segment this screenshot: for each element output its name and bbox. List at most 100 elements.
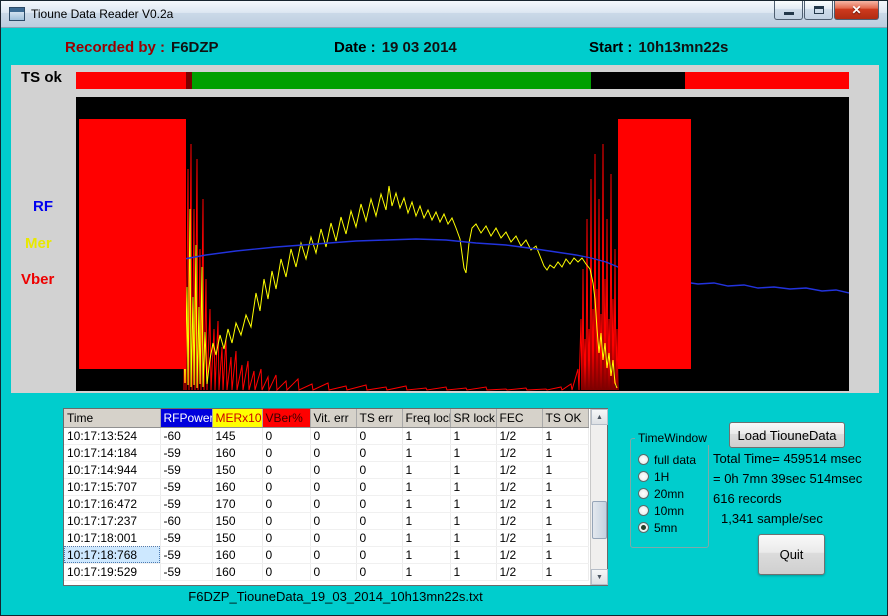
table-cell: 1/2 bbox=[496, 478, 542, 495]
table-cell: 160 bbox=[212, 444, 262, 461]
recorded-by-value: F6DZP bbox=[171, 39, 219, 56]
column-header[interactable]: TS OK bbox=[542, 409, 588, 427]
table-cell: -59 bbox=[160, 563, 212, 580]
scroll-down-icon: ▼ bbox=[596, 574, 603, 581]
rf-label: RF bbox=[33, 198, 53, 215]
start-label: Start : bbox=[589, 39, 632, 56]
close-button[interactable]: ✕ bbox=[834, 1, 879, 20]
signal-loss-block bbox=[618, 119, 691, 369]
radio-label: full data bbox=[654, 453, 696, 467]
table-cell: 150 bbox=[212, 529, 262, 546]
scroll-up-button[interactable]: ▲ bbox=[591, 409, 608, 425]
vber-trace bbox=[184, 139, 618, 390]
table-cell: 1 bbox=[402, 529, 450, 546]
table-cell: 160 bbox=[212, 563, 262, 580]
table-cell: 160 bbox=[212, 478, 262, 495]
load-button-label: Load TiouneData bbox=[737, 428, 836, 443]
column-header[interactable]: Vit. err bbox=[310, 409, 356, 427]
table-cell: 1 bbox=[402, 444, 450, 461]
table-row[interactable]: 10:17:18:001-59150000111/21 bbox=[64, 529, 588, 546]
scroll-down-button[interactable]: ▼ bbox=[591, 569, 608, 585]
table-cell: 1 bbox=[450, 444, 496, 461]
table-cell: 10:17:19:529 bbox=[64, 563, 160, 580]
maximize-button[interactable] bbox=[804, 1, 833, 20]
total-time-hms: = 0h 7mn 39sec 514msec bbox=[713, 469, 883, 489]
date-value: 19 03 2014 bbox=[382, 39, 457, 56]
table-cell: 1/2 bbox=[496, 563, 542, 580]
table-cell: 1/2 bbox=[496, 444, 542, 461]
table-row[interactable]: 10:17:13:524-60145000111/21 bbox=[64, 427, 588, 444]
table-cell: 1 bbox=[450, 529, 496, 546]
table-row[interactable]: 10:17:18:768-59160000111/21 bbox=[64, 546, 588, 563]
table-vertical-scrollbar[interactable]: ▲ ▼ bbox=[590, 409, 607, 585]
table-row[interactable]: 10:17:15:707-59160000111/21 bbox=[64, 478, 588, 495]
column-header[interactable]: SR lock bbox=[450, 409, 496, 427]
load-tioune-data-button[interactable]: Load TiouneData bbox=[729, 422, 845, 448]
table-cell: 150 bbox=[212, 461, 262, 478]
window-controls: ✕ bbox=[774, 1, 879, 20]
time-window-group: TimeWindow full data1H20mn10mn5mn bbox=[630, 438, 709, 548]
radio-label: 10mn bbox=[654, 504, 684, 518]
table-cell: 1 bbox=[402, 512, 450, 529]
table-cell: 1 bbox=[402, 546, 450, 563]
table-row[interactable]: 10:17:17:237-60150000111/21 bbox=[64, 512, 588, 529]
column-header[interactable]: Freq lock bbox=[402, 409, 450, 427]
table-cell: 10:17:13:524 bbox=[64, 427, 160, 444]
column-header[interactable]: Time bbox=[64, 409, 160, 427]
table-cell: 1 bbox=[542, 495, 588, 512]
table-cell: -59 bbox=[160, 478, 212, 495]
table-cell: 0 bbox=[262, 461, 310, 478]
ts-ok-label: TS ok bbox=[21, 69, 62, 86]
table-cell: 0 bbox=[310, 478, 356, 495]
column-header[interactable]: TS err bbox=[356, 409, 402, 427]
column-header[interactable]: VBer% bbox=[262, 409, 310, 427]
scrollbar-thumb[interactable] bbox=[592, 501, 607, 539]
table-cell: 0 bbox=[262, 546, 310, 563]
monitor-panel: TS ok RF Mer Vber bbox=[11, 65, 879, 393]
table-cell: 1/2 bbox=[496, 529, 542, 546]
quit-button[interactable]: Quit bbox=[758, 534, 825, 575]
ts-bar-segment bbox=[192, 72, 591, 89]
rf-trace bbox=[184, 239, 849, 293]
minimize-button[interactable] bbox=[774, 1, 803, 20]
table-cell: 10:17:18:001 bbox=[64, 529, 160, 546]
radio-option-full-data[interactable]: full data bbox=[638, 451, 706, 468]
table-cell: 0 bbox=[262, 444, 310, 461]
table-row[interactable]: 10:17:19:529-59160000111/21 bbox=[64, 563, 588, 580]
titlebar[interactable]: Tioune Data Reader V0.2a ✕ bbox=[1, 1, 887, 28]
table-cell: 10:17:18:768 bbox=[64, 546, 160, 563]
recorded-by-label: Recorded by : bbox=[65, 39, 165, 56]
table-cell: 170 bbox=[212, 495, 262, 512]
column-header[interactable]: FEC bbox=[496, 409, 542, 427]
table-cell: 0 bbox=[310, 427, 356, 444]
table-cell: 0 bbox=[356, 478, 402, 495]
table-cell: 1 bbox=[450, 427, 496, 444]
table-cell: 1 bbox=[402, 461, 450, 478]
radio-option-20mn[interactable]: 20mn bbox=[638, 485, 706, 502]
table-cell: 10:17:16:472 bbox=[64, 495, 160, 512]
table-row[interactable]: 10:17:14:184-59160000111/21 bbox=[64, 444, 588, 461]
radio-option-5mn[interactable]: 5mn bbox=[638, 519, 706, 536]
radio-option-1h[interactable]: 1H bbox=[638, 468, 706, 485]
table-cell: 1 bbox=[450, 478, 496, 495]
table-cell: 1 bbox=[402, 563, 450, 580]
table-row[interactable]: 10:17:16:472-59170000111/21 bbox=[64, 495, 588, 512]
table-cell: -59 bbox=[160, 529, 212, 546]
table-cell: 1 bbox=[402, 495, 450, 512]
table-cell: 10:17:14:184 bbox=[64, 444, 160, 461]
table-cell: 0 bbox=[356, 461, 402, 478]
column-header[interactable]: MERx10 bbox=[212, 409, 262, 427]
table-cell: 1 bbox=[450, 495, 496, 512]
table-cell: 0 bbox=[262, 478, 310, 495]
vber-label: Vber bbox=[21, 271, 54, 288]
radio-option-10mn[interactable]: 10mn bbox=[638, 502, 706, 519]
signal-chart bbox=[76, 97, 849, 391]
radio-label: 1H bbox=[654, 470, 669, 484]
table-cell: 0 bbox=[356, 495, 402, 512]
column-header[interactable]: RFPower bbox=[160, 409, 212, 427]
table-row[interactable]: 10:17:14:944-59150000111/21 bbox=[64, 461, 588, 478]
table-cell: 10:17:17:237 bbox=[64, 512, 160, 529]
loaded-filename: F6DZP_TiouneData_19_03_2014_10h13mn22s.t… bbox=[63, 589, 608, 604]
table-cell: 10:17:14:944 bbox=[64, 461, 160, 478]
mer-trace bbox=[184, 186, 617, 388]
